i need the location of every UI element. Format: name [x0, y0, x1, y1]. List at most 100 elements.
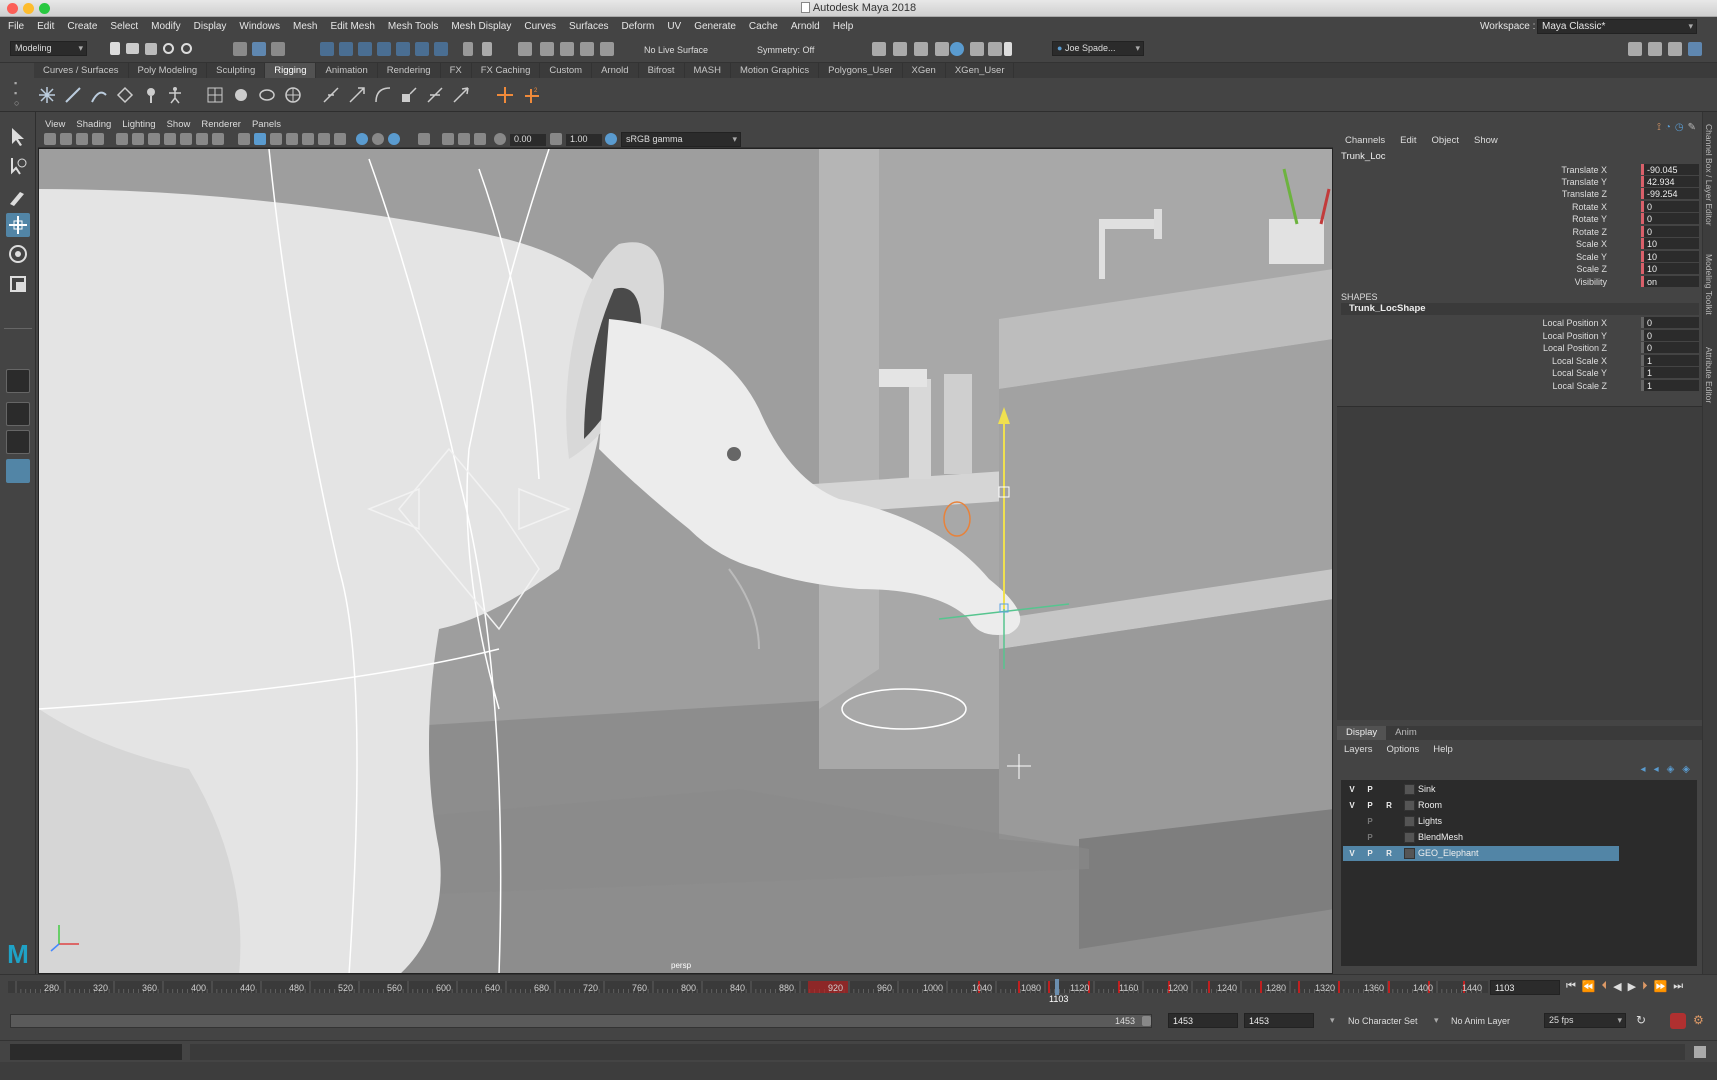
panel-menu-lighting[interactable]: Lighting — [122, 119, 155, 130]
perspective-viewport[interactable]: persp — [38, 148, 1333, 974]
tilde-icon[interactable] — [580, 42, 594, 56]
side-tab-channel-box[interactable]: Channel Box / Layer Editor — [1704, 124, 1714, 226]
menu-windows[interactable]: Windows — [239, 21, 280, 32]
layer-color-swatch[interactable] — [1404, 816, 1415, 827]
menu-edit-mesh[interactable]: Edit Mesh — [330, 21, 374, 32]
layer-playback-toggle[interactable]: P — [1363, 814, 1377, 829]
pencil-icon[interactable]: ✎ — [1688, 122, 1696, 133]
modeling-toolkit-icon[interactable] — [1628, 42, 1642, 56]
shape-row-local-position-y[interactable]: Local Position Y 0 — [1337, 330, 1702, 342]
channel-value[interactable]: 0 — [1644, 226, 1699, 237]
channel-value[interactable]: 1 — [1644, 355, 1699, 366]
shape-row-local-scale-z[interactable]: Local Scale Z 1 — [1337, 380, 1702, 392]
channel-value[interactable]: on — [1644, 276, 1699, 287]
menu-deform[interactable]: Deform — [622, 21, 655, 32]
field-chart-icon[interactable] — [180, 133, 192, 145]
layer-color-swatch[interactable] — [1404, 784, 1415, 795]
select-object-icon[interactable] — [252, 42, 266, 56]
auto-key-icon[interactable] — [1670, 1013, 1686, 1029]
layer-reference-toggle[interactable]: R — [1382, 846, 1396, 861]
tool-settings-icon[interactable] — [1668, 42, 1682, 56]
channel-row-rotate-z[interactable]: Rotate Z 0 — [1337, 226, 1702, 238]
layer-row-lights[interactable]: P Lights — [1343, 814, 1619, 829]
hyper-icon[interactable]: ◷ — [1675, 122, 1684, 133]
channel-row-rotate-y[interactable]: Rotate Y 0 — [1337, 213, 1702, 225]
live-surface-label[interactable]: No Live Surface — [644, 45, 708, 55]
close-window-button[interactable] — [7, 3, 18, 14]
hypershade-icon[interactable] — [950, 42, 964, 56]
channel-value[interactable]: 42.934 — [1644, 176, 1699, 187]
lattice-icon[interactable] — [206, 86, 224, 104]
shelf-tab-rendering[interactable]: Rendering — [378, 63, 441, 78]
safe-action-icon[interactable] — [196, 133, 208, 145]
layer-reference-toggle[interactable]: R — [1382, 798, 1396, 813]
cb-menu-edit[interactable]: Edit — [1400, 135, 1416, 146]
step-back-key-icon[interactable]: ⏪ — [1582, 980, 1596, 993]
smooth-shade-icon[interactable] — [254, 133, 266, 145]
exposure-icon[interactable] — [494, 133, 506, 145]
speed-icon[interactable]: ◔ — [1665, 122, 1671, 133]
shape-row-local-position-x[interactable]: Local Position X 0 — [1337, 317, 1702, 329]
camera-icon[interactable] — [44, 133, 56, 145]
redo-icon[interactable] — [181, 43, 192, 54]
wire-deformer-icon[interactable] — [284, 86, 302, 104]
menuset-dropdown[interactable]: Modeling — [10, 41, 87, 56]
object-name[interactable]: Trunk_Loc — [1341, 151, 1386, 162]
menu-mesh-tools[interactable]: Mesh Tools — [388, 21, 438, 32]
point-constraint-icon[interactable] — [348, 86, 366, 104]
render-frame-icon[interactable] — [893, 42, 907, 56]
viewport-scene[interactable] — [39, 149, 1333, 974]
menu-arnold[interactable]: Arnold — [791, 21, 820, 32]
menu-generate[interactable]: Generate — [694, 21, 736, 32]
shelf-tab-xgen-user[interactable]: XGen_User — [946, 63, 1015, 78]
layer-menu-options[interactable]: Options — [1387, 744, 1420, 755]
shelf-tab-arnold[interactable]: Arnold — [592, 63, 639, 78]
safe-title-icon[interactable] — [212, 133, 224, 145]
locator-2-icon[interactable]: 2 — [522, 86, 540, 104]
select-tool-icon[interactable] — [6, 125, 30, 149]
snap-grid-icon[interactable] — [320, 42, 334, 56]
undo-icon[interactable] — [163, 43, 174, 54]
render-region-icon[interactable] — [872, 42, 886, 56]
snap-surface-icon[interactable] — [396, 42, 410, 56]
range-handle-icon[interactable] — [1142, 1016, 1151, 1026]
symmetry-label[interactable]: Symmetry: Off — [757, 45, 814, 55]
joint-tool-icon[interactable] — [38, 86, 56, 104]
minimize-window-button[interactable] — [23, 3, 34, 14]
channel-value[interactable]: -99.254 — [1644, 188, 1699, 199]
go-to-end-icon[interactable]: ⏭ — [1673, 980, 1683, 993]
channel-value[interactable]: 1 — [1644, 367, 1699, 378]
move-tool-icon[interactable] — [6, 213, 30, 237]
play-backward-icon[interactable]: ◀ — [1613, 980, 1621, 993]
xray-joints-icon[interactable] — [372, 133, 384, 145]
layer-tab-display[interactable]: Display — [1337, 726, 1387, 740]
user-account-dropdown[interactable]: ● Joe Spade... — [1052, 41, 1144, 56]
side-by-side-layout-icon[interactable] — [6, 430, 30, 454]
preferences-icon[interactable]: ⚙ — [1693, 1013, 1704, 1027]
play-forward-icon[interactable]: ▶ — [1628, 980, 1636, 993]
create-layer-from-selected-icon[interactable]: ◈ — [1682, 764, 1690, 775]
layer-menu-layers[interactable]: Layers — [1344, 744, 1373, 755]
exposure-value[interactable]: 0.00 — [510, 134, 546, 146]
wireframe-icon[interactable] — [238, 133, 250, 145]
gamma-icon[interactable] — [550, 133, 562, 145]
film-gate-icon[interactable] — [132, 133, 144, 145]
layer-row-room[interactable]: V P R Room — [1343, 798, 1619, 813]
channel-row-scale-z[interactable]: Scale Z 10 — [1337, 263, 1702, 275]
layer-visibility-toggle[interactable]: V — [1345, 846, 1359, 861]
use-all-lights-icon[interactable] — [302, 133, 314, 145]
outliner-layout-icon[interactable] — [6, 459, 30, 483]
ik-handle-icon[interactable] — [64, 86, 82, 104]
channel-row-translate-z[interactable]: Translate Z -99.254 — [1337, 188, 1702, 200]
channel-row-rotate-x[interactable]: Rotate X 0 — [1337, 201, 1702, 213]
cb-menu-show[interactable]: Show — [1474, 135, 1498, 146]
menu-mesh[interactable]: Mesh — [293, 21, 317, 32]
shelf-tab-mash[interactable]: MASH — [685, 63, 731, 78]
orient-constraint-icon[interactable] — [374, 86, 392, 104]
bookmark-icon[interactable] — [76, 133, 88, 145]
gate-mask-icon[interactable] — [164, 133, 176, 145]
isolate-select-icon[interactable] — [388, 133, 400, 145]
range-end-field[interactable]: 1453 — [1168, 1013, 1238, 1028]
ik-spline-icon[interactable] — [90, 86, 108, 104]
loop-icon[interactable]: ↻ — [1636, 1013, 1646, 1027]
